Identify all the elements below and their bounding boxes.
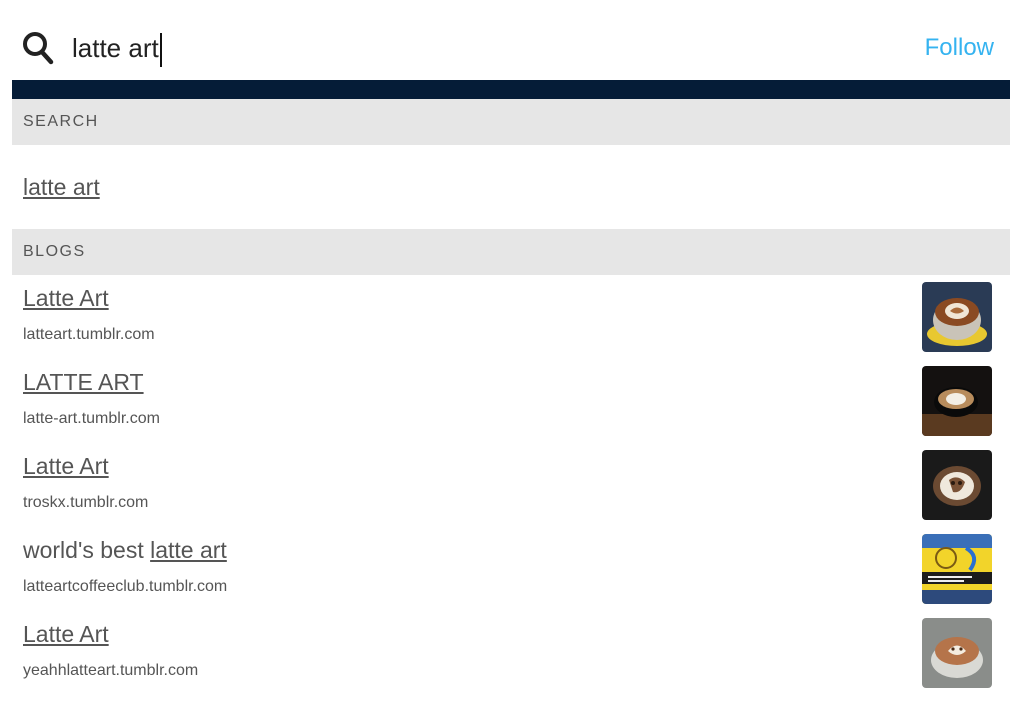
blog-avatar[interactable] (922, 450, 992, 520)
blog-title-link[interactable]: Latte Art (23, 621, 109, 647)
blog-avatar[interactable] (922, 282, 992, 352)
blog-result-row[interactable]: world's best latte art latteartcoffeeclu… (12, 534, 1010, 619)
blog-title: LATTE ART (23, 367, 144, 397)
search-bar: latte art Follow (0, 0, 1034, 80)
blog-title-link[interactable]: Latte Art (23, 285, 109, 311)
search-suggestion-link[interactable]: latte art (23, 172, 100, 202)
search-query: latte art (72, 33, 159, 63)
blog-url: troskx.tumblr.com (23, 494, 149, 511)
blog-title-link[interactable]: latte art (150, 537, 227, 563)
blog-avatar[interactable] (922, 534, 992, 604)
blog-avatar[interactable] (922, 366, 992, 436)
blog-avatar[interactable] (922, 618, 992, 688)
blog-url: latteartcoffeeclub.tumblr.com (23, 578, 228, 595)
text-caret (159, 33, 162, 68)
blogs-section-label: BLOGS (23, 243, 86, 260)
blog-result-row[interactable]: Latte Art yeahhlatteart.tumblr.com (12, 618, 1010, 703)
blog-title: Latte Art (23, 619, 109, 649)
follow-button[interactable]: Follow (925, 33, 994, 63)
blog-result-row[interactable]: Latte Art latteart.tumblr.com (12, 282, 1010, 367)
search-section-header: SEARCH (12, 99, 1010, 145)
header-divider-bar (12, 80, 1010, 99)
search-input[interactable]: latte art (72, 29, 162, 68)
blog-url: yeahhlatteart.tumblr.com (23, 662, 199, 679)
blog-title: Latte Art (23, 283, 109, 313)
blog-result-row[interactable]: LATTE ART latte-art.tumblr.com (12, 366, 1010, 451)
blog-title-prefix: world's best (23, 537, 151, 563)
search-section-label: SEARCH (23, 113, 99, 130)
blog-title-link[interactable]: Latte Art (23, 453, 109, 479)
blogs-section-header: BLOGS (12, 229, 1010, 275)
blog-url: latte-art.tumblr.com (23, 410, 160, 427)
search-icon[interactable] (22, 30, 56, 68)
blog-result-row[interactable]: Latte Art troskx.tumblr.com (12, 450, 1010, 535)
blog-title: world's best latte art (23, 535, 227, 565)
blog-title-link[interactable]: LATTE ART (23, 369, 144, 395)
blog-title: Latte Art (23, 451, 109, 481)
blog-url: latteart.tumblr.com (23, 326, 155, 343)
